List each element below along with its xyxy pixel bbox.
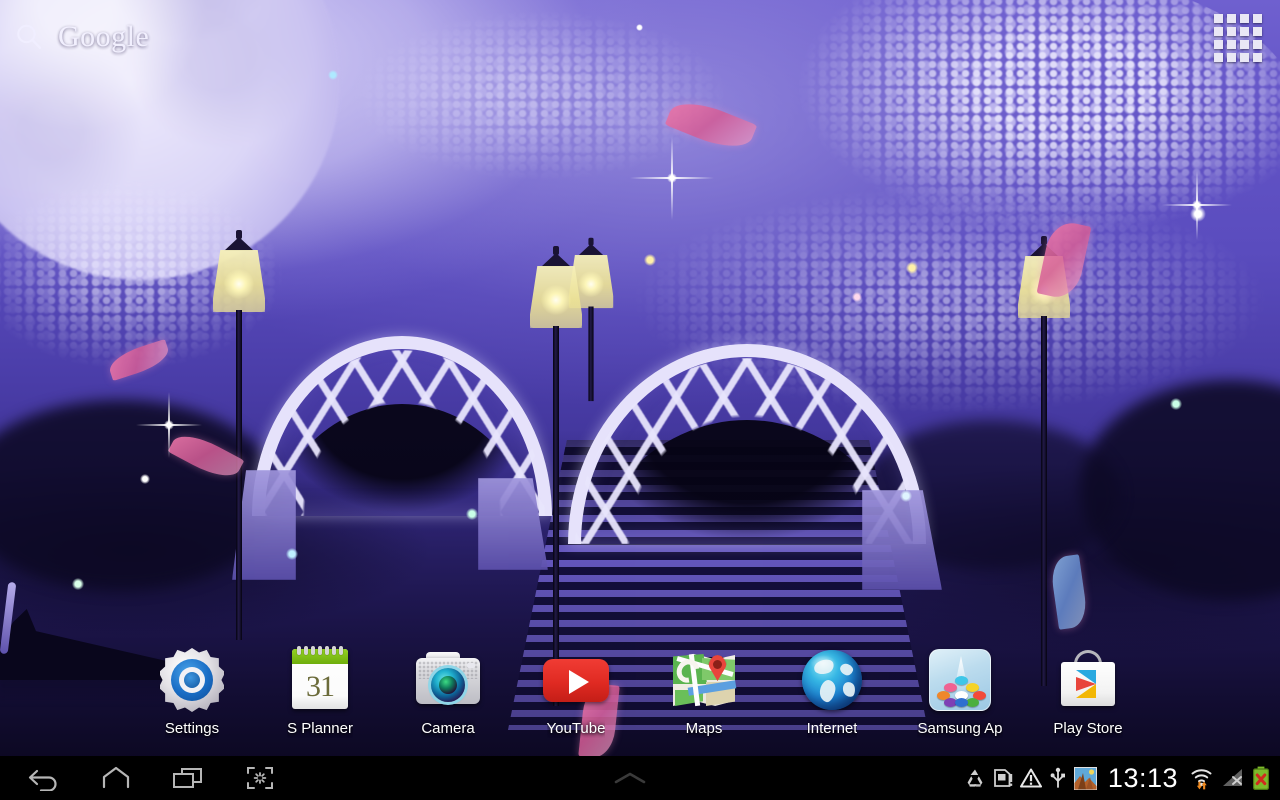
street-lamp-center xyxy=(528,246,584,706)
screen-capture-icon[interactable] xyxy=(224,756,296,800)
dock-label-youtube: YouTube xyxy=(546,720,606,737)
recent-apps-icon[interactable] xyxy=(152,756,224,800)
calendar-icon[interactable]: 31 xyxy=(286,646,354,714)
youtube-icon[interactable] xyxy=(542,646,610,714)
apps-grid-cell xyxy=(1240,40,1249,49)
apps-grid-cell xyxy=(1227,27,1236,36)
lamp-cap xyxy=(578,243,604,256)
sparkle-dot-4 xyxy=(644,254,656,266)
dock-label-camera: Camera xyxy=(421,720,475,737)
sparkle-dot-7 xyxy=(286,548,298,560)
dock-item-s-planner[interactable]: 31 S Planner xyxy=(256,644,384,738)
expand-handle[interactable] xyxy=(296,769,964,787)
search-input[interactable]: Google xyxy=(58,20,149,54)
sparkle-dot-5 xyxy=(1170,398,1182,410)
dock-label-play-store: Play Store xyxy=(1053,720,1123,737)
apps-grid-cell xyxy=(1253,27,1262,36)
sparkle-star-center xyxy=(630,136,714,220)
battery-error-icon xyxy=(1252,766,1270,790)
chevron-up-icon xyxy=(614,772,646,784)
warning-triangle-icon xyxy=(1019,768,1042,788)
dock-label-maps: Maps xyxy=(685,720,723,737)
dock-label-s-planner: S Planner xyxy=(287,720,353,737)
settings-gear-icon[interactable] xyxy=(158,646,226,714)
sparkle-dot-1 xyxy=(636,24,643,31)
apps-grid-cell xyxy=(1214,27,1223,36)
calendar-day-number: 31 xyxy=(306,669,335,703)
apps-grid-cell xyxy=(1227,40,1236,49)
samsung-apps-icon[interactable] xyxy=(926,646,994,714)
status-clock: 13:13 xyxy=(1107,763,1178,793)
google-search-widget[interactable]: Google xyxy=(14,16,149,58)
sparkle-dot-3 xyxy=(906,262,918,274)
back-arrow-icon[interactable] xyxy=(8,756,80,800)
wifi-transfer-icon xyxy=(1189,766,1214,790)
dock: Settings 31 S Planner Camera YouTube Map… xyxy=(0,644,1280,760)
sparkle-dot-9 xyxy=(900,490,912,502)
dock-label-internet: Internet xyxy=(806,720,858,737)
home-icon[interactable] xyxy=(80,756,152,800)
camera-icon[interactable] xyxy=(414,646,482,714)
signal-no-service-icon xyxy=(1221,767,1245,789)
globe-icon[interactable] xyxy=(798,646,866,714)
sd-card-warning-icon xyxy=(993,767,1013,789)
lamp-post xyxy=(236,310,242,640)
home-screen: Google Settings 31 S Planner Camera YouT… xyxy=(0,0,1280,800)
search-icon[interactable] xyxy=(14,22,44,52)
apps-grid-cell xyxy=(1227,53,1236,62)
lamp-glow xyxy=(224,269,254,299)
apps-grid-cell xyxy=(1253,14,1262,23)
dock-label-settings: Settings xyxy=(164,720,220,737)
image-thumbnail-icon[interactable] xyxy=(1073,766,1097,790)
apps-grid-cell xyxy=(1240,53,1249,62)
play-store-icon[interactable] xyxy=(1054,646,1122,714)
dock-item-samsung-apps[interactable]: Samsung Ap xyxy=(896,644,1024,738)
sparkle-dot-11 xyxy=(852,292,862,302)
lamp-post xyxy=(1041,316,1047,686)
sparkle-dot-12 xyxy=(140,474,150,484)
dock-item-youtube[interactable]: YouTube xyxy=(512,644,640,738)
apps-grid-cell xyxy=(1240,27,1249,36)
dock-item-settings[interactable]: Settings xyxy=(128,644,256,738)
lamp-post xyxy=(588,306,594,402)
sparkle-dot-2 xyxy=(328,70,338,80)
sparkle-dot-10 xyxy=(1190,206,1206,222)
status-icons[interactable]: 13:13 xyxy=(964,756,1280,800)
apps-grid-icon[interactable] xyxy=(1214,14,1262,62)
system-navigation-bar: 13:13 xyxy=(0,756,1280,800)
sparkle-dot-8 xyxy=(72,578,84,590)
lamp-glow xyxy=(541,285,571,315)
apps-grid-cell xyxy=(1214,53,1223,62)
dock-label-samsung-apps: Samsung Ap xyxy=(917,720,1003,737)
apps-grid-cell xyxy=(1214,14,1223,23)
dock-item-camera[interactable]: Camera xyxy=(384,644,512,738)
dock-item-maps[interactable]: Maps xyxy=(640,644,768,738)
apps-grid-cell xyxy=(1253,40,1262,49)
dock-item-play-store[interactable]: Play Store xyxy=(1024,644,1152,738)
sparkle-star-left xyxy=(136,392,202,458)
recycle-icon xyxy=(964,767,986,789)
usb-icon xyxy=(1049,767,1067,789)
sparkle-dot-6 xyxy=(466,508,478,520)
apps-grid-cell xyxy=(1253,53,1262,62)
apps-grid-cell xyxy=(1240,14,1249,23)
nav-buttons xyxy=(0,756,296,800)
apps-grid-cell xyxy=(1214,40,1223,49)
sparkle-star-right xyxy=(1162,170,1232,240)
apps-grid-cell xyxy=(1227,14,1236,23)
dock-item-internet[interactable]: Internet xyxy=(768,644,896,738)
maps-icon[interactable] xyxy=(670,646,738,714)
